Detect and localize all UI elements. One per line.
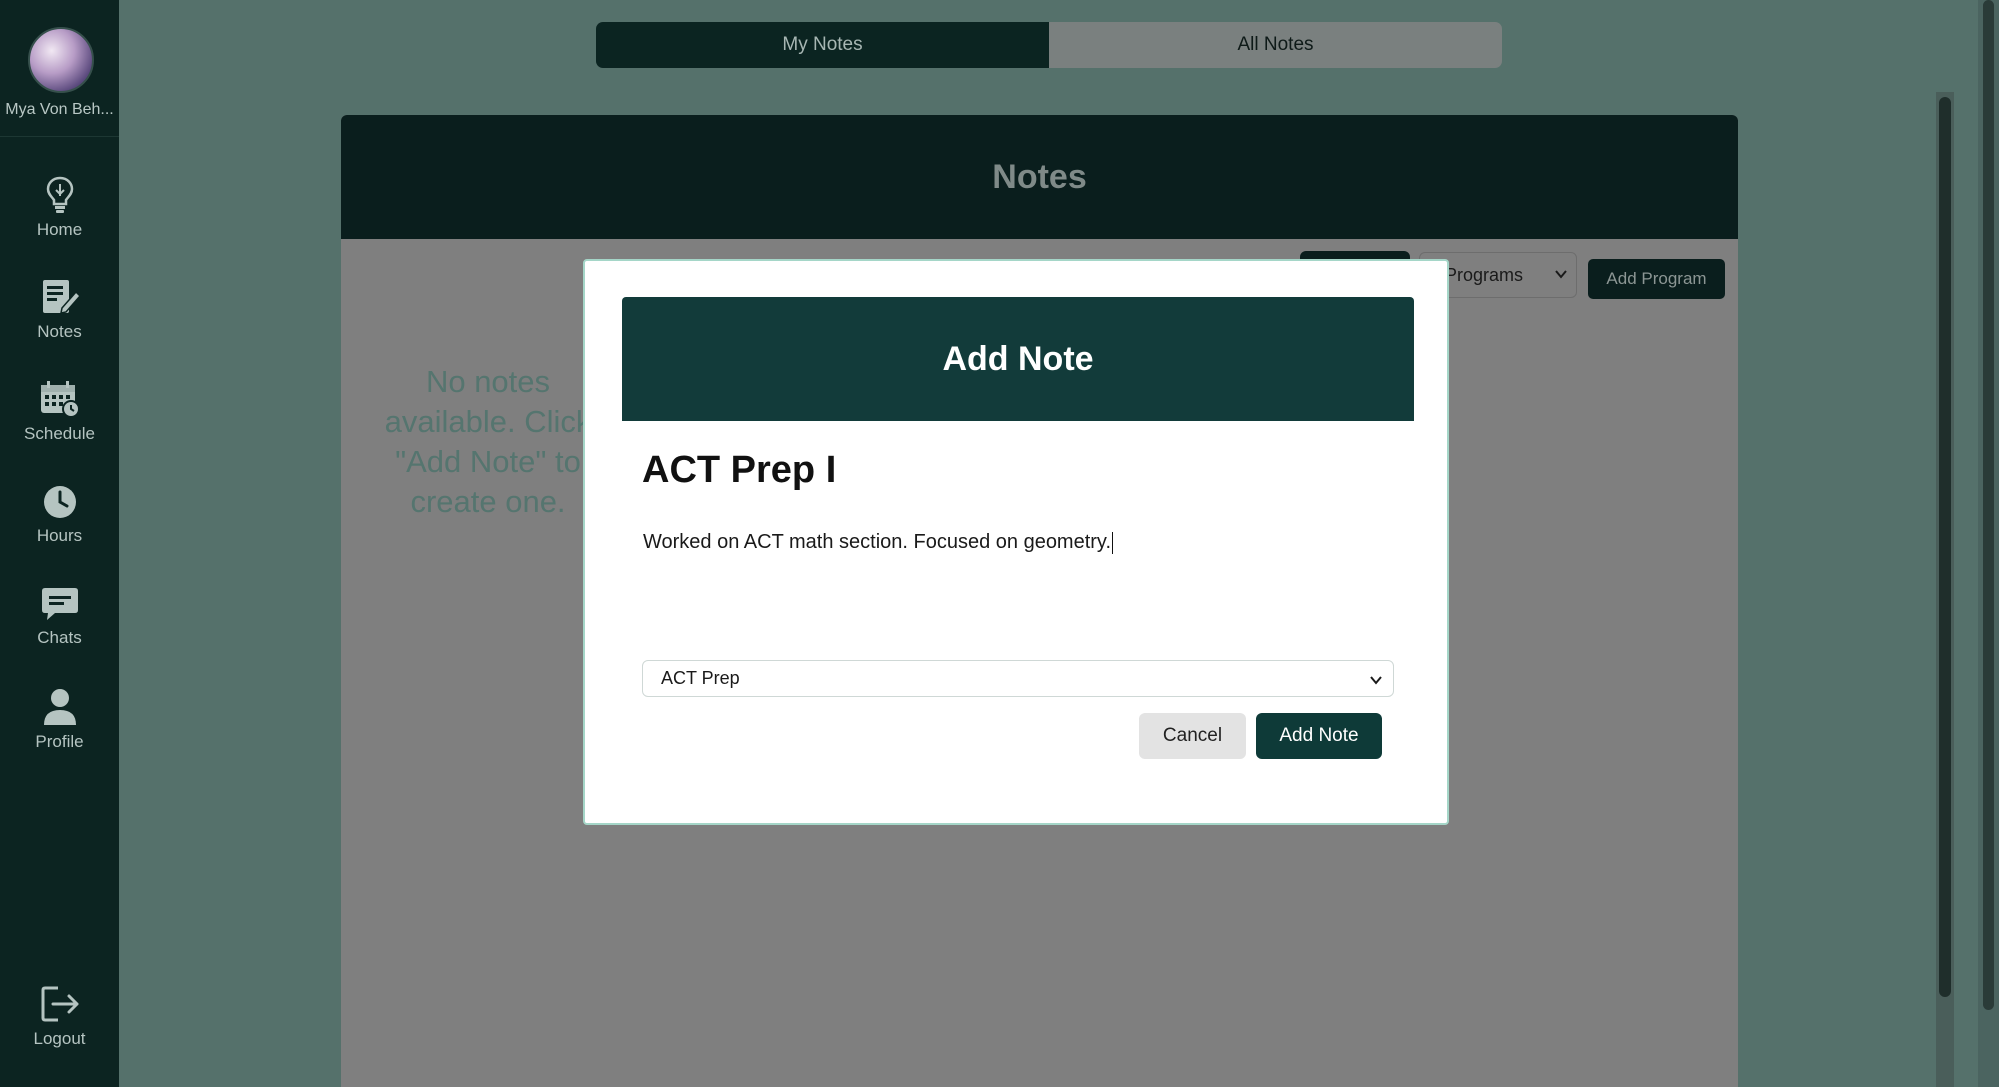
sidebar-item-label: Profile [35,732,84,751]
modal-title: Add Note [942,339,1094,378]
clock-icon [43,486,76,518]
sidebar-divider [0,136,119,137]
note-body-textarea[interactable]: Worked on ACT math section. Focused on g… [643,531,1114,554]
tab-my-notes[interactable]: My Notes [596,22,1049,68]
sidebar-item-notes[interactable]: Notes [0,278,119,358]
chevron-down-icon [1370,676,1382,685]
calendar-clock-icon [40,381,80,418]
modal-header: Add Note [622,297,1414,421]
sidebar-item-profile[interactable]: Profile [0,688,119,768]
logout-label: Logout [33,1029,86,1048]
add-note-button[interactable]: Add Note [1256,713,1382,759]
sidebar-item-label: Hours [36,526,83,545]
window-scrollbar-thumb[interactable] [1983,0,1994,1010]
sidebar-item-label: Home [36,220,83,239]
tab-all-notes[interactable]: All Notes [1049,22,1502,68]
sidebar-item-label: Schedule [24,424,95,443]
notes-tabs: My Notes All Notes [596,22,1502,68]
empty-message-line: create one. [410,484,566,519]
chat-bubble-icon [41,588,78,620]
add-note-modal: Add Note ACT Prep I Worked on ACT math s… [583,259,1449,825]
avatar[interactable] [28,27,94,93]
scrollbar-thumb[interactable] [1939,97,1951,997]
user-name: Mya Von Beh... [5,101,114,118]
program-select-value: ACT Prep [661,668,740,688]
logout-button[interactable]: Logout [0,985,119,1065]
cancel-button[interactable]: Cancel [1139,713,1246,759]
text-caret [1112,531,1114,554]
sidebar-item-label: Notes [37,322,82,341]
empty-message-line: "Add Note" to [395,444,581,479]
note-title-input[interactable]: ACT Prep I [642,449,836,492]
empty-message-line: available. Click [384,404,592,439]
sidebar-item-label: Chats [37,628,82,647]
logout-icon [41,986,78,1022]
page-title: Notes [992,157,1087,196]
add-program-button[interactable]: Add Program [1588,259,1725,299]
sidebar-item-home[interactable]: Home [0,176,119,256]
notes-panel-header: Notes [341,115,1738,239]
empty-message-line: No notes [425,364,551,399]
program-select[interactable]: ACT Prep [642,660,1394,697]
notes-icon [42,280,80,314]
sidebar: Mya Von Beh... Home Notes Schedule Hours… [0,0,119,1087]
lightbulb-icon [46,176,73,213]
sidebar-item-chats[interactable]: Chats [0,586,119,666]
empty-notes-message: No notes available. Click "Add Note" to … [363,362,613,522]
chevron-down-icon [1555,270,1567,279]
sidebar-item-schedule[interactable]: Schedule [0,380,119,460]
sidebar-item-hours[interactable]: Hours [0,484,119,564]
note-body-text: Worked on ACT math section. Focused on g… [643,531,1112,553]
person-icon [43,689,76,725]
